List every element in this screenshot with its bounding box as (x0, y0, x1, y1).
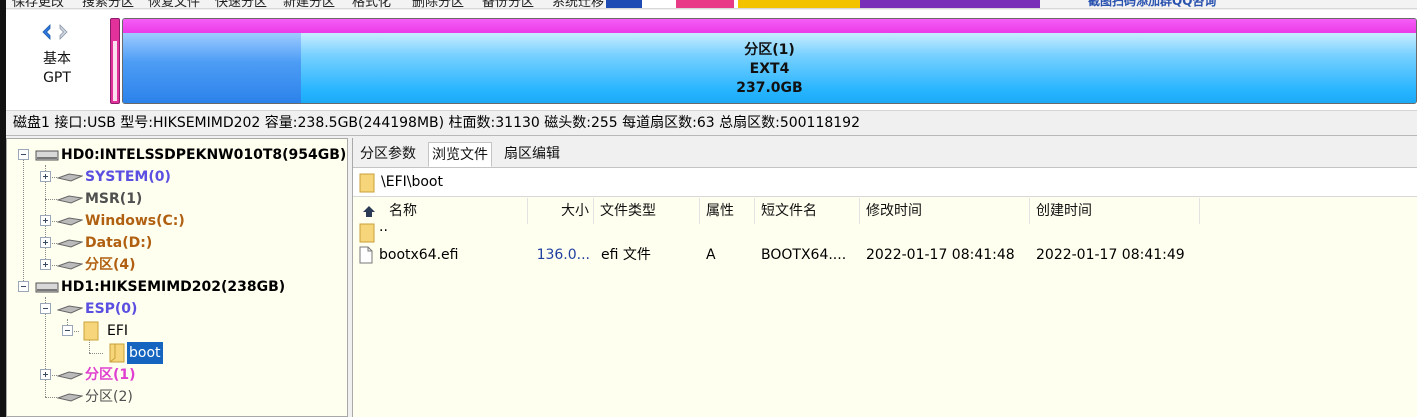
file-list-header: 名称 大小 文件类型 属性 短文件名 修改时间 创建时间 (353, 198, 1417, 224)
prev-disk-icon[interactable] (42, 24, 51, 40)
collapse-toggle[interactable] (62, 325, 73, 336)
disk-type-gpt: GPT (43, 70, 71, 86)
tree-label-partition-2: 分区(2) (85, 389, 133, 405)
file-short-name: BOOTX64.... (761, 247, 847, 263)
tree-label-data: Data(D:) (85, 235, 153, 251)
top-toolbar: 保存更改 搜索分区 恢复文件 快速分区 新建分区 格式化 删除分区 备份分区 系… (0, 0, 1417, 9)
disk-type-label: 基本 GPT (6, 50, 108, 88)
column-modified-time[interactable]: 修改时间 (860, 198, 1030, 224)
toolbar-save-button[interactable]: 保存更改 (12, 0, 64, 8)
expand-toggle[interactable] (40, 259, 51, 270)
disk-navigator: 基本 GPT (6, 10, 108, 110)
tree-label-system: SYSTEM(0) (85, 169, 171, 185)
toolbar-recover-files-button[interactable]: 恢复文件 (148, 0, 200, 8)
path-bar[interactable]: \EFI\boot (353, 168, 1417, 197)
expand-toggle[interactable] (40, 215, 51, 226)
disk-info-line: 磁盘1 接口:USB 型号:HIKSEMIMD202 容量:238.5GB(24… (6, 110, 1417, 136)
tree-item-partition-1[interactable]: 分区(1) (7, 364, 347, 386)
folder-icon (359, 173, 375, 197)
column-created-time[interactable]: 创建时间 (1030, 198, 1200, 224)
partition-block-name: 分区(1) (744, 42, 795, 58)
content-panel: 分区参数 浏览文件 扇区编辑 \EFI\boot 名称 大小 文件类型 属性 短… (352, 138, 1417, 417)
tree-label-hd0: HD0:INTELSSDPEKNW010T8(954GB) (61, 147, 347, 163)
tree-item-data[interactable]: Data(D:) (7, 232, 347, 254)
toolbar-format-button[interactable]: 格式化 (352, 0, 391, 8)
file-modified-time: 2022-01-17 08:41:48 (866, 247, 1015, 263)
column-name-label: 名称 (389, 203, 417, 219)
tree-item-esp[interactable]: ESP(0) (7, 298, 347, 320)
file-row[interactable]: bootx64.efi 136.0... efi 文件 A BOOTX64...… (353, 244, 1417, 266)
tree-item-hd0[interactable]: HD0:INTELSSDPEKNW010T8(954GB) (7, 144, 347, 166)
tree-item-windows[interactable]: Windows(C:) (7, 210, 347, 232)
current-path: \EFI\boot (381, 174, 443, 190)
file-type: efi 文件 (601, 247, 651, 263)
column-short-name[interactable]: 短文件名 (755, 198, 860, 224)
tab-partition-params[interactable]: 分区参数 (357, 142, 419, 167)
ad-banner[interactable] (606, 0, 1040, 8)
partition-top-stripe (123, 19, 1416, 33)
column-file-type[interactable]: 文件类型 (594, 198, 700, 224)
tree-label-windows: Windows(C:) (85, 213, 185, 229)
toolbar-quick-partition-button[interactable]: 快速分区 (215, 0, 267, 8)
tree-label-efi: EFI (107, 323, 129, 339)
tree-item-partition-4[interactable]: 分区(4) (7, 254, 347, 276)
tree-label-boot: boot (127, 342, 163, 364)
expand-toggle[interactable] (40, 369, 51, 380)
toolbar-delete-partition-button[interactable]: 删除分区 (412, 0, 464, 8)
ad-banner-text: 截图扫码添加群QQ咨询 (1088, 0, 1217, 8)
file-name: bootx64.efi (379, 247, 459, 263)
tree-label-partition-1: 分区(1) (85, 367, 136, 383)
tree-label-partition-4: 分区(4) (85, 257, 136, 273)
tree-label-esp: ESP(0) (85, 301, 138, 317)
toolbar-backup-partition-button[interactable]: 备份分区 (482, 0, 534, 8)
collapse-toggle[interactable] (18, 281, 29, 292)
disk-type-basic: 基本 (43, 51, 71, 67)
partition-block-size: 237.0GB (736, 80, 803, 96)
tree-label-msr: MSR(1) (85, 191, 143, 207)
file-row-parent[interactable]: .. (353, 219, 1417, 244)
disk-map-panel: 基本 GPT 分区(1) EXT4 237.0GB (6, 10, 1417, 110)
tree-item-efi[interactable]: EFI (7, 320, 347, 342)
column-attributes[interactable]: 属性 (700, 198, 755, 224)
tab-strip: 分区参数 浏览文件 扇区编辑 (353, 138, 1417, 168)
toolbar-search-partition-button[interactable]: 搜索分区 (82, 0, 134, 8)
partition-icon (56, 389, 84, 412)
disk-nav-arrows (40, 23, 76, 40)
partition-block-1[interactable]: 分区(1) EXT4 237.0GB (122, 18, 1417, 104)
tree-item-msr[interactable]: MSR(1) (7, 188, 347, 210)
tree-item-partition-2[interactable]: 分区(2) (7, 386, 347, 408)
expand-toggle[interactable] (40, 171, 51, 182)
tree-label-hd1: HD1:HIKSEMIMD202(238GB) (61, 279, 286, 295)
tree-item-system[interactable]: SYSTEM(0) (7, 166, 347, 188)
file-name: .. (379, 219, 388, 235)
disk-tree-panel[interactable]: HD0:INTELSSDPEKNW010T8(954GB) SYSTEM(0) … (6, 138, 348, 417)
file-size: 136.0... (536, 247, 590, 263)
file-created-time: 2022-01-17 08:41:49 (1036, 247, 1185, 263)
collapse-toggle[interactable] (18, 149, 29, 160)
tab-sector-editor[interactable]: 扇区编辑 (501, 142, 563, 167)
free-space-marker[interactable] (110, 18, 120, 104)
partition-block-label: 分区(1) EXT4 237.0GB (123, 41, 1416, 98)
tree-item-hd1[interactable]: HD1:HIKSEMIMD202(238GB) (7, 276, 347, 298)
file-attributes: A (706, 247, 716, 263)
collapse-toggle[interactable] (40, 303, 51, 314)
tab-browse-files[interactable]: 浏览文件 (428, 142, 492, 167)
partition-block-fs: EXT4 (749, 61, 790, 77)
column-size[interactable]: 大小 (528, 198, 594, 224)
toolbar-new-partition-button[interactable]: 新建分区 (283, 0, 335, 8)
toolbar-migrate-system-button[interactable]: 系统迁移 (552, 0, 604, 8)
file-icon (359, 246, 373, 271)
next-disk-icon[interactable] (59, 24, 68, 40)
tree-item-boot[interactable]: boot (7, 342, 347, 364)
expand-toggle[interactable] (40, 237, 51, 248)
